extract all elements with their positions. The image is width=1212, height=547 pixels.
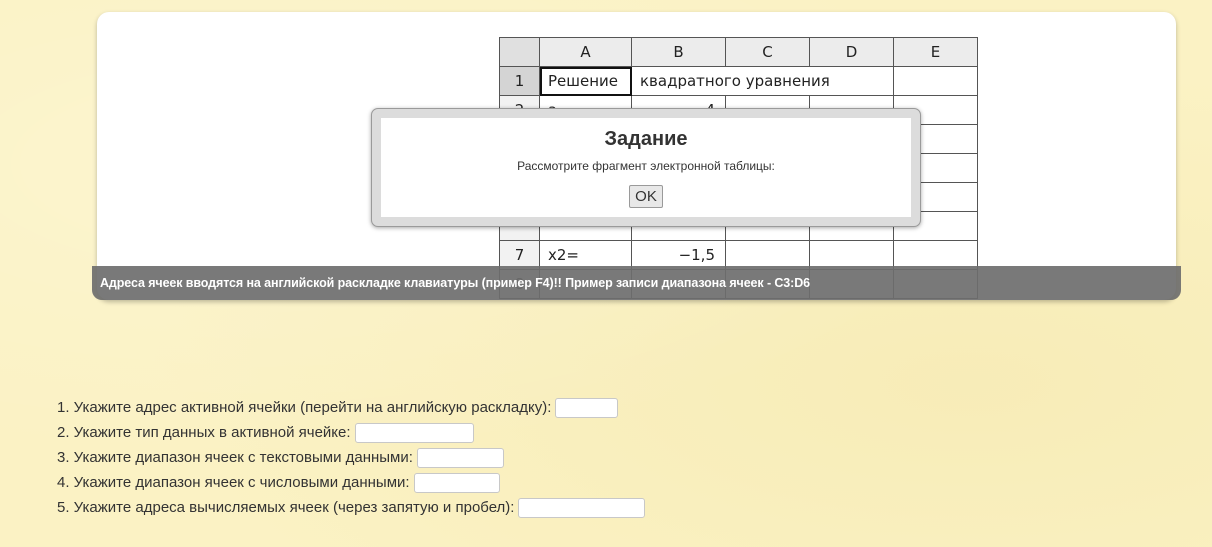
cell-b1: квадратного уравнения xyxy=(631,66,894,96)
answer-1-input[interactable] xyxy=(555,397,619,418)
column-header-d: D xyxy=(809,37,894,67)
question-1: 1. Укажите адрес активной ячейки (перейт… xyxy=(57,395,645,420)
question-4: 4. Укажите диапазон ячеек с числовыми да… xyxy=(57,470,645,495)
question-2: 2. Укажите тип данных в активной ячейке: xyxy=(57,420,645,445)
dialog-text: Рассмотрите фрагмент электронной таблицы… xyxy=(517,159,775,173)
row-header-1: 1 xyxy=(499,66,540,96)
column-header-b: B xyxy=(631,37,726,67)
task-dialog: Задание Рассмотрите фрагмент электронной… xyxy=(371,108,921,227)
question-3: 3. Укажите диапазон ячеек с текстовыми д… xyxy=(57,445,645,470)
column-header-c: C xyxy=(725,37,810,67)
question-5: 5. Укажите адреса вычисляемых ячеек (чер… xyxy=(57,495,646,520)
answer-3-input[interactable] xyxy=(416,447,504,468)
question-label: 1. Укажите адрес активной ячейки (перейт… xyxy=(57,399,552,416)
corner-cell xyxy=(499,37,540,67)
question-label: 3. Укажите диапазон ячеек с текстовыми д… xyxy=(57,449,413,466)
cell-e1 xyxy=(893,66,978,96)
answer-5-input[interactable] xyxy=(518,497,646,518)
ok-button[interactable]: OK xyxy=(629,185,663,208)
question-label: 2. Укажите тип данных в активной ячейке: xyxy=(57,424,351,441)
column-header-a: A xyxy=(539,37,632,67)
column-header-e: E xyxy=(893,37,978,67)
questions-list: 1. Укажите адрес активной ячейки (перейт… xyxy=(57,395,646,520)
dialog-title: Задание xyxy=(604,128,688,150)
question-label: 5. Укажите адреса вычисляемых ячеек (чер… xyxy=(57,499,515,516)
answer-2-input[interactable] xyxy=(354,422,474,443)
info-banner: Адреса ячеек вводятся на английской раск… xyxy=(92,266,1181,300)
cell-a1: Решение xyxy=(539,66,632,96)
question-label: 4. Укажите диапазон ячеек с числовыми да… xyxy=(57,474,410,491)
answer-4-input[interactable] xyxy=(413,472,500,493)
dialog-body: Задание Рассмотрите фрагмент электронной… xyxy=(381,118,911,217)
